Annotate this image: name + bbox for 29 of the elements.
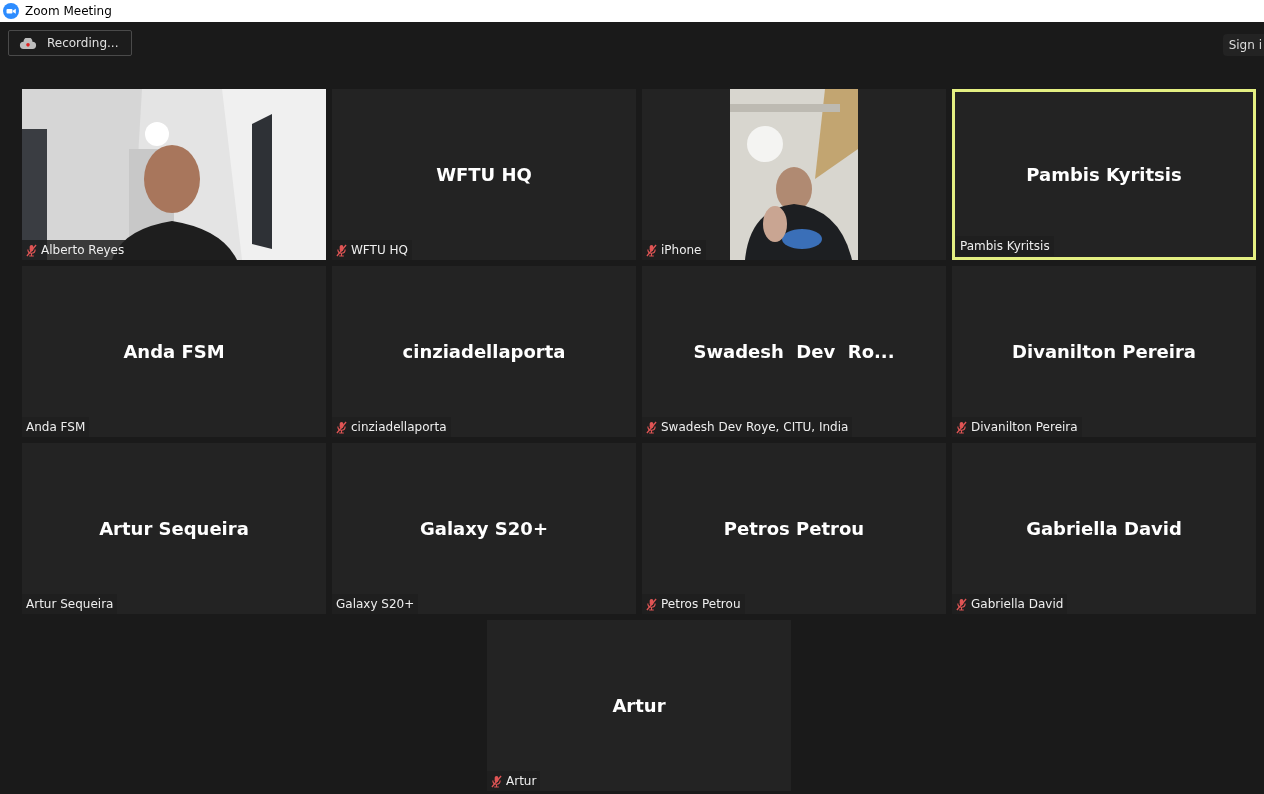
participant-name: Petros Petrou — [723, 518, 865, 539]
participant-name: Divanilton Pereira — [1012, 341, 1196, 362]
participant-name: Galaxy S20+ — [420, 518, 548, 539]
name-label-text: Alberto Reyes — [41, 243, 125, 257]
sign-in-button[interactable]: Sign i — [1222, 34, 1264, 56]
participant-name: Artur Sequeira — [99, 518, 249, 539]
name-label-text: cinziadellaporta — [351, 420, 447, 434]
name-label-text: Swadesh Dev Roye, CITU, India — [661, 420, 849, 434]
name-label-text: Gabriella David — [971, 597, 1064, 611]
name-label-text: Artur — [506, 774, 537, 788]
participant-name: cinziadellaporta — [402, 341, 566, 362]
name-label-text: Petros Petrou — [661, 597, 741, 611]
name-label-text: iPhone — [661, 243, 702, 257]
name-label-text: Artur Sequeira — [26, 597, 114, 611]
window-title: Zoom Meeting — [25, 4, 112, 18]
participant-name: WFTU HQ — [436, 164, 532, 185]
name-label-text: Anda FSM — [26, 420, 86, 434]
participant-name: Gabriella David — [1026, 518, 1182, 539]
name-label-text: WFTU HQ — [351, 243, 408, 257]
participant-name: Swadesh Dev Ro... — [693, 341, 895, 362]
recording-button[interactable]: Recording... — [8, 30, 132, 56]
cloud-record-icon — [19, 37, 37, 49]
participant-name: Anda FSM — [123, 341, 225, 362]
name-label-text: Divanilton Pereira — [971, 420, 1078, 434]
name-label-text: Pambis Kyritsis — [960, 239, 1050, 253]
participant-name: Pambis Kyritsis — [1026, 164, 1182, 185]
name-label-text: Galaxy S20+ — [336, 597, 415, 611]
participant-name: Artur — [612, 695, 666, 716]
app-logo-icon — [3, 3, 19, 19]
